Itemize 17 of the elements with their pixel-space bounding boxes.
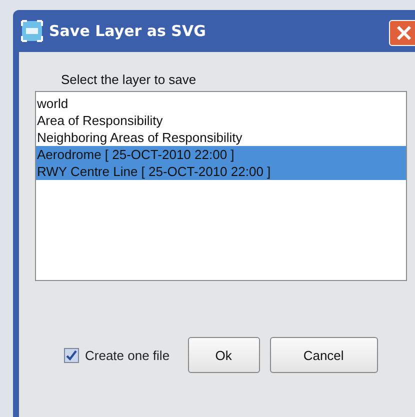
window-icon bbox=[21, 20, 43, 42]
cancel-button[interactable]: Cancel bbox=[270, 337, 378, 373]
checkbox-label: Create one file bbox=[85, 348, 170, 362]
ok-button[interactable]: Ok bbox=[188, 337, 260, 373]
layer-list[interactable]: world Area of Responsibility Neighboring Areas of Responsibility Aerodrome [ 25-OCT-2010 22:00 ] RWY Centre Line [ 25-OCT-2010 22:00 ] bbox=[35, 91, 407, 281]
layer-item[interactable]: Neighboring Areas of Responsibility bbox=[36, 129, 406, 146]
layer-item[interactable]: RWY Centre Line [ 25-OCT-2010 22:00 ] bbox=[36, 163, 406, 180]
layer-item[interactable]: Area of Responsibility bbox=[36, 112, 406, 129]
layer-item[interactable]: Aerodrome [ 25-OCT-2010 22:00 ] bbox=[36, 146, 406, 163]
checkbox[interactable] bbox=[64, 348, 79, 362]
close-button[interactable] bbox=[389, 20, 415, 46]
create-one-file-checkbox[interactable]: Create one file bbox=[64, 348, 170, 362]
list-label: Select the layer to save bbox=[61, 72, 198, 87]
window-title: Save Layer as SVG bbox=[49, 22, 206, 40]
close-icon bbox=[395, 24, 413, 42]
checkmark-icon bbox=[65, 348, 78, 362]
layer-item[interactable]: world bbox=[36, 95, 406, 112]
